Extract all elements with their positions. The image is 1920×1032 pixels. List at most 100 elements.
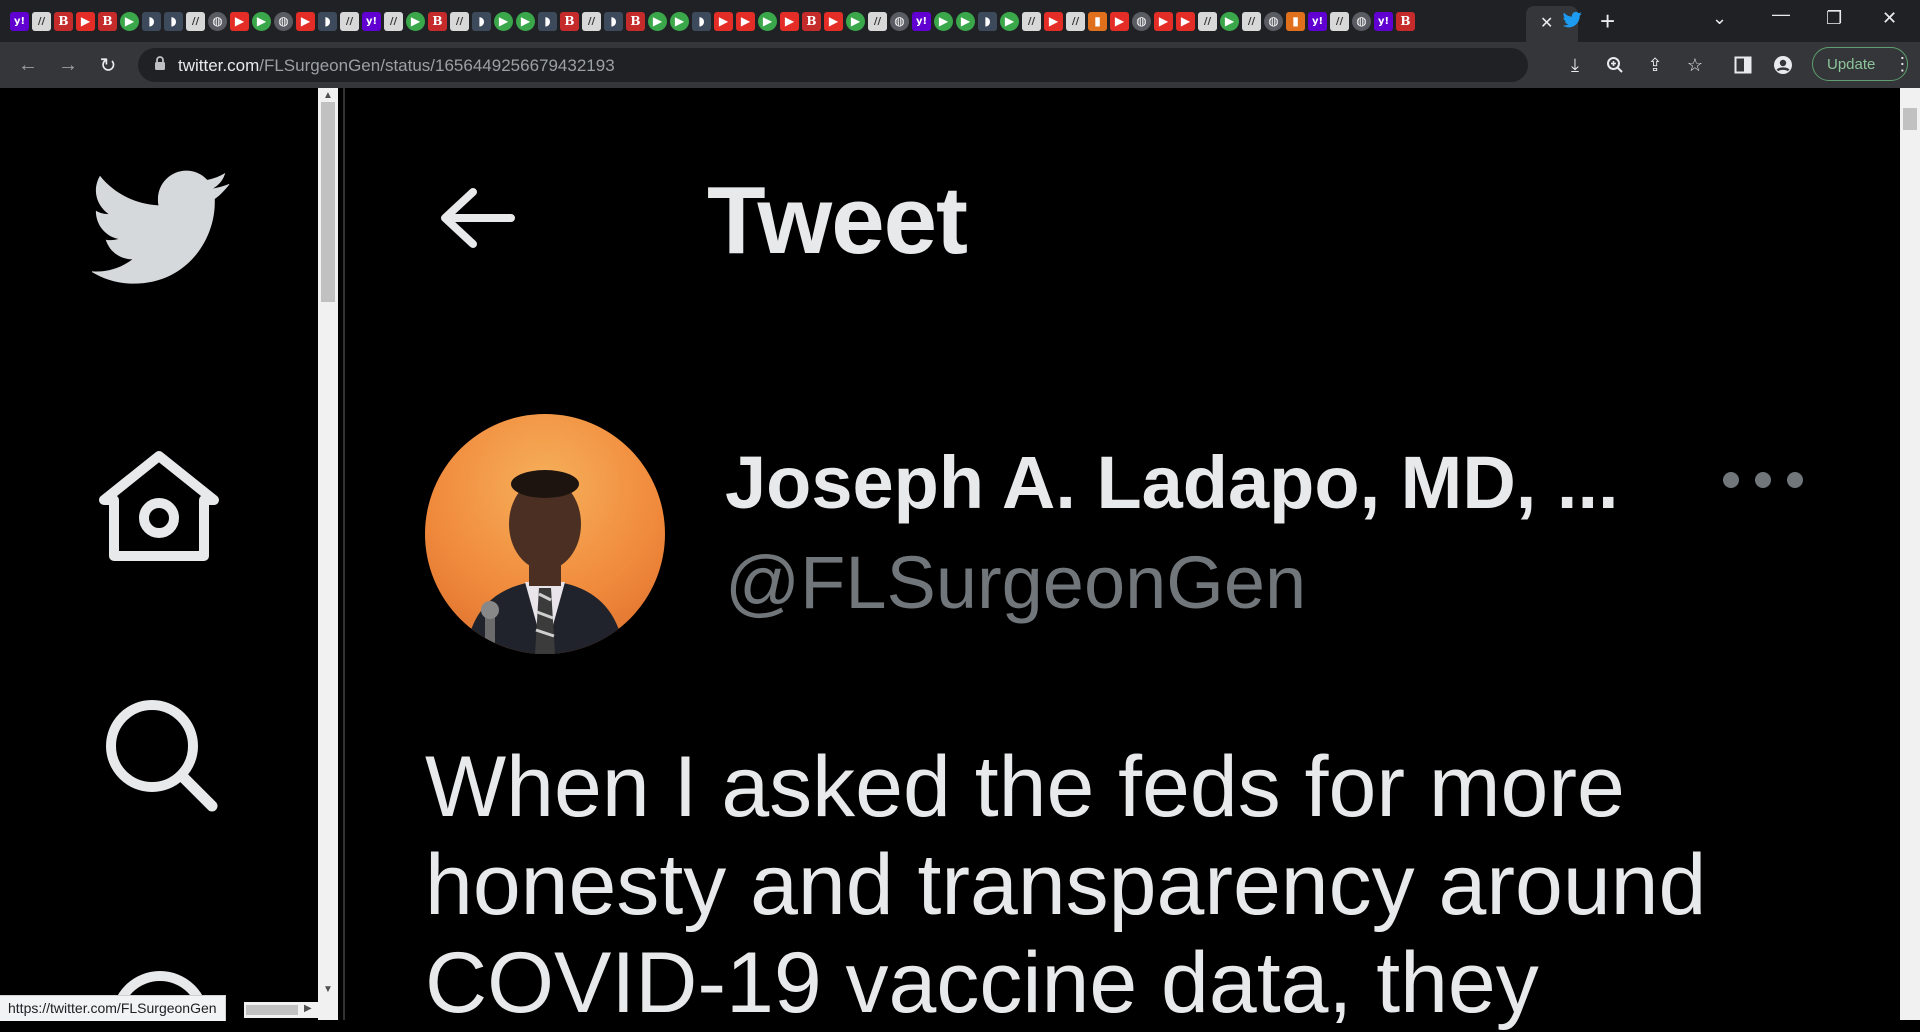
forward-nav-icon[interactable]: → bbox=[54, 51, 82, 79]
page-scrollbar-thumb[interactable] bbox=[1903, 108, 1917, 130]
page-scrollbar[interactable] bbox=[1900, 88, 1920, 1020]
tab-favicon-icon[interactable]: ◍ bbox=[890, 11, 909, 31]
tab-favicon-icon[interactable]: y! bbox=[1308, 11, 1327, 31]
tab-favicon-icon[interactable]: ◍ bbox=[1132, 11, 1151, 31]
author-display-name[interactable]: Joseph A. Ladapo, MD, ... bbox=[725, 440, 1619, 525]
tab-favicon-icon[interactable]: ▶ bbox=[1220, 11, 1239, 31]
tab-favicon-icon[interactable]: B bbox=[54, 11, 73, 31]
search-explore-icon[interactable] bbox=[102, 696, 218, 817]
twitter-tab-favicon[interactable] bbox=[1562, 10, 1582, 29]
tab-favicon-icon[interactable]: ▶ bbox=[1000, 11, 1019, 31]
tab-favicon-icon[interactable]: ◍ bbox=[1352, 11, 1371, 31]
tab-favicon-icon[interactable]: ▶ bbox=[120, 11, 139, 31]
tab-favicon-icon[interactable]: ▶ bbox=[736, 11, 755, 31]
tab-favicon-icon[interactable]: ▶ bbox=[76, 11, 95, 31]
tab-favicon-icon[interactable]: ▶ bbox=[824, 11, 843, 31]
side-panel-icon[interactable] bbox=[1730, 52, 1756, 78]
tab-favicon-icon[interactable]: // bbox=[450, 11, 469, 31]
tab-favicon-icon[interactable]: ▶ bbox=[1154, 11, 1173, 31]
tab-favicon-icon[interactable]: // bbox=[1330, 11, 1349, 31]
tab-search-chevron-icon[interactable]: ⌄ bbox=[1712, 8, 1727, 29]
tab-favicon-icon[interactable]: y! bbox=[1374, 11, 1393, 31]
tab-favicon-icon[interactable]: ▶ bbox=[934, 11, 953, 31]
tab-favicon-icon[interactable]: // bbox=[582, 11, 601, 31]
tab-favicon-icon[interactable]: B bbox=[98, 11, 117, 31]
tab-favicon-icon[interactable]: ▶ bbox=[780, 11, 799, 31]
reload-icon[interactable]: ↻ bbox=[94, 51, 122, 79]
tab-favicon-icon[interactable]: ▶ bbox=[1110, 11, 1129, 31]
update-button[interactable]: Update ⋮ bbox=[1812, 47, 1912, 81]
menu-kebab-icon: ⋮ bbox=[1893, 53, 1912, 74]
url-text[interactable]: twitter.com/FLSurgeonGen/status/16564492… bbox=[178, 56, 615, 76]
tab-favicon-icon[interactable]: y! bbox=[912, 11, 931, 31]
tab-favicon-icon[interactable]: ▶ bbox=[714, 11, 733, 31]
tab-favicon-icon[interactable]: ▮ bbox=[1286, 11, 1305, 31]
tab-favicon-icon[interactable]: ▶ bbox=[846, 11, 865, 31]
tab-favicon-icon[interactable]: ◗ bbox=[318, 11, 337, 31]
share-icon[interactable]: ⇪ bbox=[1642, 52, 1668, 78]
tab-favicon-icon[interactable]: B bbox=[802, 11, 821, 31]
tab-favicon-icon[interactable]: ▶ bbox=[648, 11, 667, 31]
bookmark-star-icon[interactable]: ☆ bbox=[1682, 52, 1708, 78]
tab-favicon-icon[interactable]: y! bbox=[362, 11, 381, 31]
tab-favicon-icon[interactable]: ▶ bbox=[296, 11, 315, 31]
tab-favicon-icon[interactable]: // bbox=[868, 11, 887, 31]
restore-icon[interactable]: ❐ bbox=[1826, 8, 1842, 29]
tab-favicon-icon[interactable]: ▶ bbox=[516, 11, 535, 31]
tab-favicon-icon[interactable]: ▶ bbox=[758, 11, 777, 31]
left-horizontal-scrollbar[interactable]: ▶ bbox=[244, 1002, 318, 1018]
tab-favicon-icon[interactable]: ◗ bbox=[692, 11, 711, 31]
tab-favicon-icon[interactable]: ◗ bbox=[472, 11, 491, 31]
tab-favicon-icon[interactable]: // bbox=[340, 11, 359, 31]
left-nav-scrollbar[interactable]: ▲ ▼ bbox=[318, 88, 338, 1020]
home-icon[interactable] bbox=[96, 448, 222, 569]
tab-favicon-icon[interactable]: ▶ bbox=[252, 11, 271, 31]
link-status-bar: https://twitter.com/FLSurgeonGen bbox=[0, 995, 226, 1021]
tab-favicon-icon[interactable]: ◗ bbox=[164, 11, 183, 31]
tab-favicon-icon[interactable]: B bbox=[560, 11, 579, 31]
tab-favicon-icon[interactable]: ◍ bbox=[1264, 11, 1283, 31]
tab-favicon-icon[interactable]: ◗ bbox=[604, 11, 623, 31]
install-app-icon[interactable]: ⤓ bbox=[1562, 52, 1588, 78]
close-tab-icon[interactable]: ✕ bbox=[1540, 13, 1553, 33]
tab-favicon-icon[interactable]: ◍ bbox=[274, 11, 293, 31]
zoom-icon[interactable] bbox=[1602, 52, 1628, 78]
tab-favicon-icon[interactable]: B bbox=[1396, 11, 1415, 31]
tab-favicon-icon[interactable]: ◍ bbox=[208, 11, 227, 31]
tab-favicon-icon[interactable]: ◗ bbox=[142, 11, 161, 31]
avatar[interactable] bbox=[425, 414, 665, 654]
author-handle[interactable]: @FLSurgeonGen bbox=[725, 540, 1306, 625]
tab-favicon-icon[interactable]: B bbox=[626, 11, 645, 31]
tab-favicon-icon[interactable]: // bbox=[186, 11, 205, 31]
tab-favicon-icon[interactable]: // bbox=[1066, 11, 1085, 31]
tab-favicon-icon[interactable]: ▶ bbox=[1176, 11, 1195, 31]
tab-favicon-icon[interactable]: ▶ bbox=[230, 11, 249, 31]
tab-favicon-icon[interactable]: ▶ bbox=[1044, 11, 1063, 31]
more-options-icon[interactable] bbox=[1723, 463, 1803, 497]
tab-favicon-icon[interactable]: // bbox=[1022, 11, 1041, 31]
back-arrow-icon[interactable] bbox=[437, 186, 517, 255]
twitter-logo-icon[interactable] bbox=[90, 170, 232, 291]
tab-favicon-icon[interactable]: B bbox=[428, 11, 447, 31]
address-bar[interactable]: twitter.com/FLSurgeonGen/status/16564492… bbox=[138, 48, 1528, 82]
tab-favicon-icon[interactable]: ◗ bbox=[978, 11, 997, 31]
left-scrollbar-thumb[interactable] bbox=[321, 102, 335, 302]
tweet-column: Tweet Joseph A. Ladapo, MD, ... @FLSurge… bbox=[345, 88, 1895, 1031]
tab-favicon-icon[interactable]: ▮ bbox=[1088, 11, 1107, 31]
minimize-icon[interactable]: — bbox=[1772, 4, 1790, 25]
new-tab-button[interactable]: + bbox=[1600, 6, 1615, 37]
tab-favicon-icon[interactable]: ▶ bbox=[406, 11, 425, 31]
profile-icon[interactable] bbox=[1770, 52, 1796, 78]
tab-favicon-icon[interactable]: // bbox=[32, 11, 51, 31]
tab-favicon-icon[interactable]: ▶ bbox=[670, 11, 689, 31]
lock-icon bbox=[154, 56, 166, 73]
tab-favicon-icon[interactable]: ◗ bbox=[538, 11, 557, 31]
back-nav-icon[interactable]: ← bbox=[14, 51, 42, 79]
tab-favicon-icon[interactable]: // bbox=[1198, 11, 1217, 31]
tab-favicon-icon[interactable]: ▶ bbox=[956, 11, 975, 31]
tab-favicon-icon[interactable]: ▶ bbox=[494, 11, 513, 31]
close-window-icon[interactable]: ✕ bbox=[1882, 8, 1897, 29]
tab-favicon-icon[interactable]: y! bbox=[10, 11, 29, 31]
tab-favicon-icon[interactable]: // bbox=[384, 11, 403, 31]
tab-favicon-icon[interactable]: // bbox=[1242, 11, 1261, 31]
